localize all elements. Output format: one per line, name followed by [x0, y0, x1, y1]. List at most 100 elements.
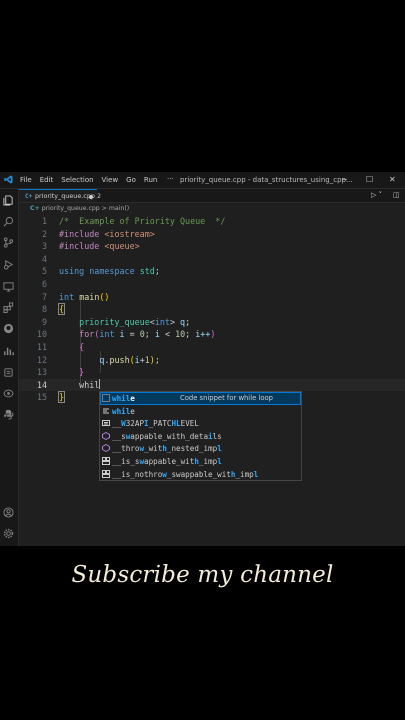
run-file-icon[interactable]: ▷ ˅ — [371, 191, 382, 199]
suggestion-text: _imp — [198, 456, 218, 466]
suggestion-match: HL — [171, 419, 181, 429]
explorer-icon[interactable] — [3, 195, 14, 206]
suggestion-item[interactable]: __swappable_with_details — [100, 430, 301, 443]
menu-edit[interactable]: Edit — [40, 176, 54, 184]
docker-icon[interactable] — [3, 367, 14, 378]
testing-icon[interactable] — [3, 345, 14, 356]
tab-priority-queue[interactable]: C+ priority_queue.cpp 2 — [19, 189, 101, 202]
keyword-token: namespace — [89, 266, 135, 277]
keyword-icon — [103, 408, 109, 414]
run-debug-icon[interactable] — [3, 259, 14, 270]
variable-token: i — [119, 329, 125, 340]
menu-selection[interactable]: Selection — [61, 176, 93, 184]
suggestion-text: _nested_imp — [166, 444, 218, 454]
suggestion-text: appable_with_deta — [130, 431, 209, 441]
suggestion-text: __ — [112, 419, 122, 429]
code-line: 6 — [19, 278, 405, 291]
brace-token: { — [79, 342, 85, 352]
breadcrumb-file[interactable]: priority_queue.cpp — [42, 205, 100, 212]
struct-icon — [102, 469, 110, 478]
breadcrumb-separator: > — [101, 205, 107, 212]
line-number: 1 — [41, 216, 47, 226]
number-token: 10 — [175, 329, 186, 340]
python-icon[interactable] — [3, 409, 14, 420]
menu-view[interactable]: View — [102, 176, 119, 184]
close-button[interactable]: ✕ — [389, 175, 396, 184]
autocomplete-suggestions: while Code snippet for while loop while … — [99, 391, 302, 482]
suggestion-item[interactable]: __throw_with_nested_impl — [100, 442, 301, 455]
suggestion-item[interactable]: __is_nothrow_swappable_with_impl — [100, 468, 301, 481]
line-number: 4 — [41, 253, 47, 264]
search-icon[interactable] — [3, 216, 14, 227]
type-token: int — [99, 329, 115, 340]
suggestion-text: ls — [212, 431, 222, 441]
suggestion-item[interactable]: __W32API_PATCHLEVEL — [100, 417, 301, 430]
breadcrumb-symbol[interactable]: main() — [109, 205, 129, 212]
settings-gear-icon[interactable] — [3, 528, 14, 539]
function-name-token: push — [109, 354, 130, 365]
split-editor-icon[interactable]: ◫ — [393, 191, 400, 199]
breadcrumb-cpp-icon: C+ — [30, 205, 40, 212]
maximize-button[interactable]: ☐ — [366, 175, 373, 184]
type-token: int — [154, 316, 170, 327]
line-number: 9 — [41, 316, 47, 327]
suggestion-text: __thro — [112, 444, 140, 454]
line-number: 11 — [36, 342, 47, 352]
brace-token: { — [57, 303, 66, 316]
line-number: 3 — [41, 241, 47, 252]
suggestion-match: l — [253, 469, 259, 479]
line-number: 6 — [41, 279, 47, 289]
extensions-icon[interactable] — [3, 302, 14, 313]
suggestion-text: __s — [112, 431, 126, 441]
code-line: 13 } — [19, 366, 405, 379]
activity-bar — [0, 189, 19, 546]
variable-token: q — [99, 354, 105, 365]
code-line: 1 /* Example of Priority Queue */ — [19, 215, 405, 228]
code-line: 10 for(int i = 0; i < 10; i++) — [19, 328, 405, 341]
constant-icon — [102, 420, 110, 427]
minimize-button[interactable]: ─ — [342, 175, 347, 184]
suggestion-item[interactable]: __is_swappable_with_impl — [100, 455, 301, 468]
keyword-token: for — [79, 329, 95, 340]
line-number: 2 — [41, 228, 47, 239]
suggestion-text: _wit — [144, 444, 163, 454]
code-line-current: 14 whil — [19, 378, 405, 392]
breadcrumb: C+ priority_queue.cpp > main() — [30, 205, 129, 212]
remote-explorer-icon[interactable] — [3, 281, 14, 292]
suggestion-match: l — [217, 444, 222, 454]
line-number: 5 — [41, 266, 47, 277]
suggestion-rest: e — [130, 394, 135, 403]
function-icon — [102, 444, 110, 453]
code-line: 12 q.push(i+1); — [19, 354, 405, 367]
unsaved-dot-icon[interactable] — [89, 195, 93, 199]
brace-token: } — [79, 367, 85, 378]
timeline-icon[interactable] — [3, 388, 14, 399]
menu-go[interactable]: Go — [126, 176, 136, 184]
suggestion-text: __is_nothro — [112, 469, 163, 479]
preprocessor-token: #include — [59, 241, 100, 252]
code-line: 8 { — [19, 303, 405, 316]
suggestion-item[interactable]: while — [100, 405, 301, 418]
suggestion-text: _swappable_wit — [166, 469, 231, 479]
code-line: 11 { — [19, 341, 405, 354]
menu-file[interactable]: File — [20, 176, 32, 184]
line-number: 15 — [36, 392, 47, 403]
suggestion-item-selected[interactable]: while Code snippet for while loop — [100, 392, 301, 405]
code-line: 2 #include <iostream> — [19, 228, 405, 241]
variable-token: i++ — [195, 329, 211, 340]
include-path-token: <queue> — [104, 241, 140, 252]
function-icon — [102, 431, 110, 440]
source-control-icon[interactable] — [3, 237, 14, 248]
type-token: priority_queue — [79, 316, 150, 327]
preprocessor-token: #include — [59, 228, 100, 239]
line-number: 14 — [36, 379, 47, 390]
account-icon[interactable] — [3, 507, 14, 518]
menu-run[interactable]: Run — [144, 176, 157, 184]
brace-token: } — [57, 391, 66, 404]
punctuation-token: ; — [154, 266, 160, 277]
struct-icon — [102, 456, 110, 465]
code-line: 4 — [19, 253, 405, 266]
line-number: 12 — [36, 354, 47, 365]
menu-bar: File Edit Selection View Go Run — [20, 176, 157, 184]
github-icon[interactable] — [3, 323, 14, 334]
